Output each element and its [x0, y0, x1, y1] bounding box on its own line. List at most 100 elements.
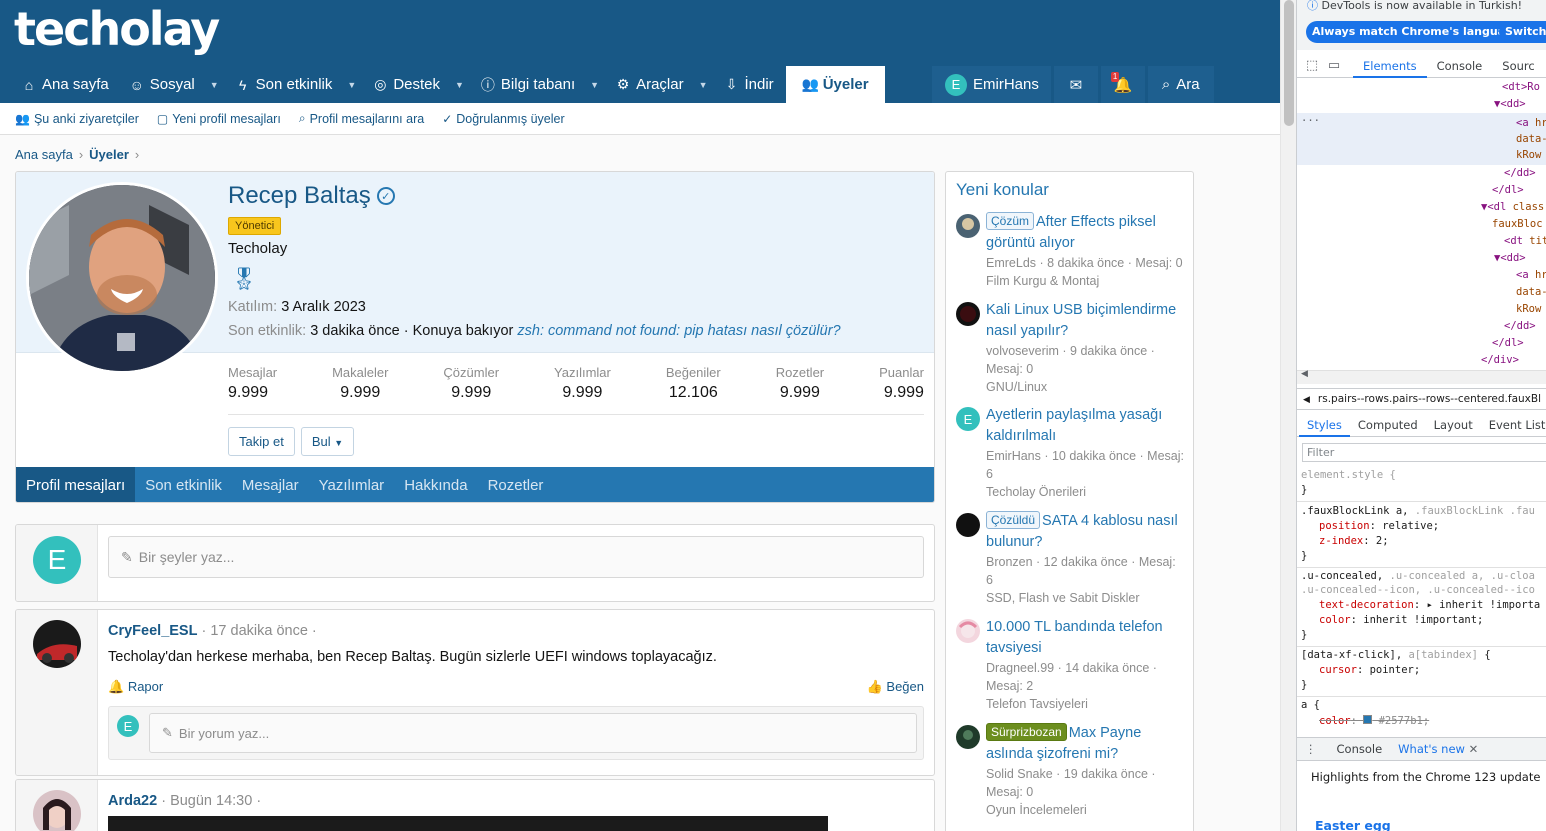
nav-download[interactable]: ⇩ İndir	[718, 66, 780, 103]
avatar[interactable]	[33, 790, 81, 831]
nav-tools[interactable]: ⚙ Araçlar ▼	[609, 66, 717, 103]
thread-title[interactable]: 10.000 TL bandında telefon tavsiyesi	[986, 617, 1186, 659]
dom-tree[interactable]: <dt>Ro ▼<dd> ··· <a hr data- kRow </dd> …	[1297, 79, 1546, 369]
medal-icon[interactable]: 🎖	[230, 265, 258, 293]
chevron-down-icon[interactable]: ▼	[210, 80, 219, 90]
avatar[interactable]	[33, 620, 81, 668]
stat-points[interactable]: Puanlar 9.999	[879, 365, 924, 414]
nav-social[interactable]: ☺ Sosyal ▼	[123, 66, 229, 103]
tab-elements[interactable]: Elements	[1353, 54, 1427, 78]
close-icon[interactable]: ✕	[1469, 742, 1479, 756]
thread-forum[interactable]: Telefon Tavsiyeleri	[986, 695, 1186, 713]
tab-profile-posts[interactable]: Profil mesajları	[16, 467, 136, 502]
subnav-verified-members[interactable]: ✓ Doğrulanmış üyeler	[442, 112, 564, 126]
drawer-tab-console[interactable]: Console	[1329, 742, 1391, 756]
dom-line[interactable]: data-	[1516, 284, 1546, 301]
post-input[interactable]: ✎ Bir şeyler yaz...	[108, 536, 924, 578]
breadcrumb-home[interactable]: Ana sayfa	[15, 147, 73, 162]
follow-button[interactable]: Takip et	[228, 427, 295, 456]
scrollbar-thumb[interactable]	[1284, 0, 1294, 126]
post-author[interactable]: Arda22	[108, 793, 157, 809]
match-language-button[interactable]: Always match Chrome's language	[1306, 21, 1527, 43]
nav-home[interactable]: ⌂ Ana sayfa	[15, 66, 115, 103]
dom-line[interactable]: </dl>	[1492, 335, 1524, 352]
dom-line[interactable]: kRow	[1516, 147, 1541, 164]
breadcrumb-members[interactable]: Üyeler	[89, 147, 129, 162]
stat-software[interactable]: Yazılımlar 9.999	[554, 365, 611, 414]
stat-solutions[interactable]: Çözümler 9.999	[443, 365, 499, 414]
drawer-menu-icon[interactable]: ⋮	[1297, 742, 1325, 756]
tab-recent-activity[interactable]: Son etkinlik	[135, 467, 232, 502]
thread-forum[interactable]: GNU/Linux	[986, 378, 1186, 396]
subnav-current-visitors[interactable]: 👥 Şu anki ziyaretçiler	[15, 112, 139, 126]
scroll-left-icon[interactable]: ◀	[1301, 369, 1308, 379]
dom-line[interactable]: </dd>	[1504, 318, 1536, 335]
profile-avatar[interactable]	[26, 182, 218, 374]
thread-forum[interactable]: Techolay Önerileri	[986, 483, 1186, 501]
chevron-down-icon[interactable]: ▼	[455, 80, 464, 90]
avatar[interactable]	[956, 619, 980, 643]
nav-knowledge-base[interactable]: ⓘ Bilgi tabanı ▼	[474, 66, 609, 103]
like-button[interactable]: 👍 Beğen	[867, 679, 924, 695]
post-author[interactable]: CryFeel_ESL	[108, 623, 197, 639]
easter-egg-link[interactable]: Easter egg	[1315, 818, 1391, 831]
stat-articles[interactable]: Makaleler 9.999	[332, 365, 388, 414]
avatar[interactable]	[956, 302, 980, 326]
avatar[interactable]	[956, 513, 980, 537]
dom-line[interactable]: kRow	[1516, 301, 1541, 318]
thread-title[interactable]: Ayetlerin paylaşılma yasağı kaldırılmalı	[986, 405, 1186, 447]
dom-line[interactable]: data-	[1516, 131, 1546, 148]
stat-likes[interactable]: Beğeniler 12.106	[666, 365, 721, 414]
thread-title[interactable]: Sürprizbozan Max Payne aslında şizofreni …	[986, 723, 1186, 765]
dom-line[interactable]: </dd>	[1504, 165, 1536, 182]
avatar[interactable]: E	[956, 407, 980, 431]
styles-filter-input[interactable]: Filter	[1302, 443, 1546, 462]
stat-messages[interactable]: Mesajlar 9.999	[228, 365, 277, 414]
chevron-down-icon[interactable]: ▼	[347, 80, 356, 90]
dom-breadcrumb[interactable]: ◀ rs.pairs--rows.pairs--rows--centered.fa…	[1297, 388, 1546, 410]
inspect-icon[interactable]: ⬚	[1301, 58, 1323, 73]
switch-language-button[interactable]: Switch D	[1499, 21, 1546, 43]
post-time[interactable]: Bugün 14:30	[170, 793, 252, 809]
sidebar-title[interactable]: Yeni konular	[956, 180, 1049, 200]
chevron-down-icon[interactable]: ▼	[699, 80, 708, 90]
stat-badges[interactable]: Rozetler 9.999	[776, 365, 824, 414]
account-button[interactable]: E EmirHans	[932, 66, 1051, 103]
tab-sources[interactable]: Sourc	[1492, 54, 1544, 78]
more-icon[interactable]: ···	[1301, 113, 1320, 130]
thread-title[interactable]: Çözüm After Effects piksel görüntü alıyor	[986, 212, 1186, 254]
nav-support[interactable]: ◎ Destek ▼	[366, 66, 474, 103]
tab-postings[interactable]: Mesajlar	[232, 467, 309, 502]
find-button[interactable]: Bul ▼	[300, 427, 355, 456]
alerts-button[interactable]: 1 🔔	[1100, 66, 1145, 103]
thread-title[interactable]: Kali Linux USB biçimlendirme nasıl yapıl…	[986, 300, 1186, 342]
thread-forum[interactable]: SSD, Flash ve Sabit Diskler	[986, 589, 1186, 607]
dom-line[interactable]: </div>	[1481, 352, 1519, 369]
drawer-tab-whats-new[interactable]: What's new ✕	[1390, 742, 1486, 756]
tab-layout[interactable]: Layout	[1426, 413, 1481, 437]
tab-software[interactable]: Yazılımlar	[309, 467, 395, 502]
tab-event-listeners[interactable]: Event Lister	[1481, 413, 1546, 437]
tab-badges[interactable]: Rozetler	[478, 467, 554, 502]
dom-line[interactable]: ▼<dd>	[1494, 96, 1526, 113]
chevron-down-icon[interactable]: ▼	[590, 80, 599, 90]
page-scrollbar[interactable]	[1280, 0, 1296, 831]
avatar[interactable]: E	[117, 715, 139, 737]
avatar[interactable]: E	[33, 536, 81, 584]
thread-title[interactable]: Çözüldü SATA 4 kablosu nasıl bulunur?	[986, 511, 1186, 553]
nav-recent-activity[interactable]: ϟ Son etkinlik ▼	[229, 66, 367, 103]
avatar[interactable]	[956, 725, 980, 749]
dom-line[interactable]: fauxBloc	[1492, 216, 1543, 233]
tab-computed[interactable]: Computed	[1350, 413, 1426, 437]
last-activity-topic-link[interactable]: zsh: command not found: pip hatası nasıl…	[517, 323, 840, 339]
subnav-search-profile-posts[interactable]: ⌕ Profil mesajlarını ara	[299, 111, 424, 126]
post-time[interactable]: 17 dakika önce	[210, 623, 308, 639]
dom-line[interactable]: ▼<dd>	[1494, 250, 1526, 267]
tab-console[interactable]: Console	[1427, 54, 1493, 78]
dom-line[interactable]: ▼<dl class	[1481, 199, 1544, 216]
dom-line[interactable]: </dl>	[1492, 182, 1524, 199]
site-logo[interactable]: techolay	[14, 2, 220, 56]
dom-horizontal-scrollbar[interactable]: ◀	[1297, 369, 1546, 384]
post-embed[interactable]	[108, 816, 828, 831]
breadcrumb-left-icon[interactable]: ◀	[1303, 395, 1310, 405]
